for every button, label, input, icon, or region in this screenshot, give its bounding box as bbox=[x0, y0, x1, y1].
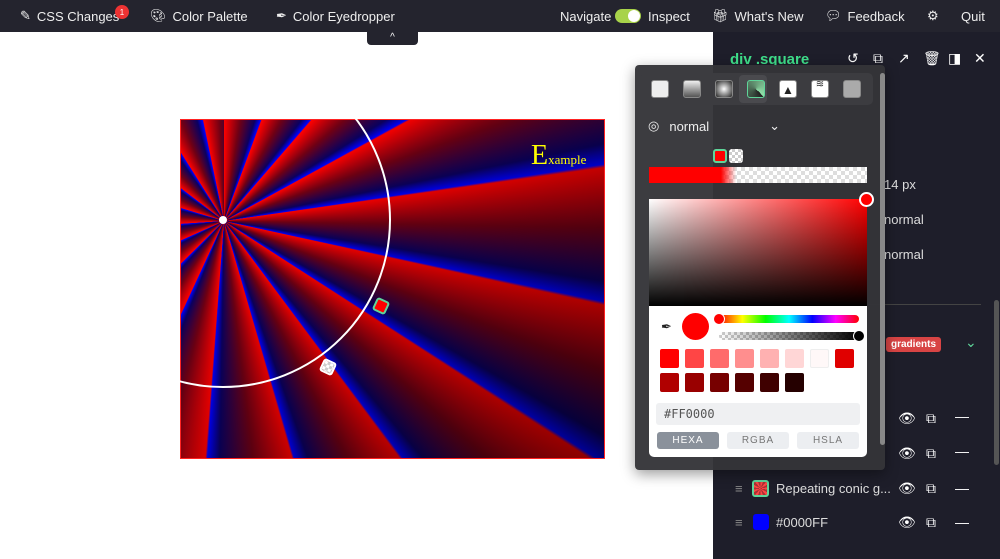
linear-gradient-type-button[interactable] bbox=[683, 80, 701, 98]
hex-input[interactable]: #FF0000 bbox=[656, 403, 860, 425]
collapse-toolbar-button[interactable]: ^ bbox=[367, 32, 418, 45]
eye-icon[interactable]: 👁︎ bbox=[898, 445, 916, 462]
color-swatch[interactable] bbox=[710, 373, 729, 392]
saturation-value-area[interactable] bbox=[649, 199, 867, 306]
color-swatch[interactable] bbox=[735, 373, 754, 392]
trash-icon[interactable]: 🗑︎ bbox=[923, 50, 941, 67]
eyedropper-icon[interactable]: ✒ bbox=[661, 319, 672, 335]
conic-gradient-type-button[interactable] bbox=[747, 80, 765, 98]
duplicate-icon[interactable]: ⧉ bbox=[926, 445, 936, 462]
top-toolbar: ✎ CSS Changes 1 🎨︎ Color Palette ✒ Color Ey… bbox=[0, 0, 1000, 32]
inspect-label: Inspect bbox=[648, 8, 690, 24]
current-color-preview bbox=[682, 313, 709, 340]
eye-icon[interactable]: 👁︎ bbox=[898, 480, 916, 497]
dock-icon[interactable]: ◨ bbox=[948, 50, 961, 67]
format-tab-rgba[interactable]: RGBA bbox=[727, 432, 789, 449]
color-swatch[interactable] bbox=[810, 349, 829, 368]
chat-icon: 💬︎ bbox=[825, 8, 842, 23]
palette-icon: 🎨︎ bbox=[150, 8, 167, 23]
drag-handle-icon[interactable]: ≡ bbox=[735, 481, 743, 496]
color-swatch[interactable] bbox=[685, 349, 704, 368]
color-swatch[interactable] bbox=[835, 349, 854, 368]
gift-icon: 🎁︎ bbox=[712, 8, 729, 23]
background-type-selector: ▲ ≋ bbox=[641, 73, 873, 105]
format-tab-hexa[interactable]: HEXA bbox=[657, 432, 719, 449]
pattern-type-button[interactable]: ≋ bbox=[811, 80, 829, 98]
font-style-value[interactable]: normal bbox=[884, 247, 924, 262]
gear-icon: ⚙ bbox=[927, 8, 939, 23]
external-link-icon[interactable]: ↗ bbox=[898, 50, 910, 67]
radial-gradient-type-button[interactable] bbox=[715, 80, 733, 98]
alpha-slider[interactable] bbox=[719, 332, 859, 340]
eye-icon[interactable]: 👁︎ bbox=[898, 514, 916, 531]
color-swatch[interactable] bbox=[660, 373, 679, 392]
color-swatch[interactable] bbox=[660, 349, 679, 368]
example-text: Example bbox=[531, 140, 587, 171]
remove-icon[interactable]: — bbox=[955, 408, 969, 424]
layer-thumbnail bbox=[752, 479, 769, 497]
color-picker: ✒ #FF0000 HEXA RGBA HSLA bbox=[649, 192, 874, 457]
drag-handle-icon[interactable]: ≡ bbox=[735, 515, 743, 530]
navigate-label: Navigate bbox=[560, 8, 612, 24]
eyedropper-icon: ✒ bbox=[276, 8, 287, 23]
eye-icon[interactable]: 👁︎ bbox=[898, 410, 916, 427]
panel-scrollbar[interactable] bbox=[994, 300, 999, 465]
gradient-center-handle[interactable] bbox=[219, 216, 227, 224]
gradient-stop-red[interactable] bbox=[713, 149, 727, 163]
quit-button[interactable]: Quit bbox=[961, 0, 985, 32]
remove-icon[interactable]: — bbox=[955, 514, 969, 530]
chevron-down-icon[interactable]: ⌄ bbox=[965, 334, 977, 351]
close-icon[interactable]: ✕ bbox=[974, 50, 986, 67]
popup-scrollbar[interactable] bbox=[880, 73, 885, 445]
solid-type-button[interactable] bbox=[651, 80, 669, 98]
settings-button[interactable]: ⚙ bbox=[927, 0, 939, 32]
toggle-switch[interactable] bbox=[615, 9, 641, 23]
font-size-field[interactable]: 14 px bbox=[884, 177, 916, 192]
color-swatch[interactable] bbox=[710, 349, 729, 368]
blend-icon: ◎ bbox=[648, 118, 660, 133]
color-eyedropper-button[interactable]: ✒ Color Eyedropper bbox=[276, 0, 395, 32]
hue-slider[interactable] bbox=[719, 315, 859, 323]
alpha-handle[interactable] bbox=[853, 330, 865, 342]
color-swatch[interactable] bbox=[760, 349, 779, 368]
color-palette-button[interactable]: 🎨︎ Color Palette bbox=[150, 0, 248, 32]
color-swatch[interactable] bbox=[785, 349, 804, 368]
hue-handle[interactable] bbox=[713, 313, 725, 325]
duplicate-icon[interactable]: ⧉ bbox=[926, 514, 936, 531]
chevron-down-icon: ⌄ bbox=[769, 118, 780, 133]
color-swatch[interactable] bbox=[760, 373, 779, 392]
image-type-button[interactable]: ▲ bbox=[779, 80, 797, 98]
gradient-bar[interactable] bbox=[649, 167, 867, 183]
sv-handle[interactable] bbox=[859, 192, 874, 207]
layer-item-blue[interactable]: ≡ #0000FF 👁︎ ⧉ — bbox=[713, 509, 1000, 535]
whats-new-button[interactable]: 🎁︎ What's New bbox=[712, 0, 803, 32]
navigate-inspect-toggle[interactable] bbox=[615, 0, 641, 32]
gradient-stop-transparent[interactable] bbox=[729, 149, 743, 163]
color-swatch[interactable] bbox=[735, 349, 754, 368]
blend-mode-select[interactable]: ◎ normal ⌄ bbox=[648, 118, 780, 134]
gradients-tag: gradients bbox=[886, 337, 942, 352]
layer-item-conic[interactable]: ≡ Repeating conic g... 👁︎ ⧉ — bbox=[713, 475, 1000, 501]
css-changes-button[interactable]: ✎ CSS Changes bbox=[20, 0, 119, 32]
format-tab-hsla[interactable]: HSLA bbox=[797, 432, 859, 449]
color-swatch[interactable] bbox=[785, 373, 804, 392]
color-swatch[interactable] bbox=[685, 373, 704, 392]
gradient-editor-popup: ▲ ≋ ◎ normal ⌄ ✒ #FF0000 HEXA RGBA HSLA bbox=[635, 65, 885, 470]
css-changes-count-badge: 1 bbox=[115, 5, 129, 19]
duplicate-icon[interactable]: ⧉ bbox=[926, 410, 936, 427]
font-weight-value[interactable]: normal bbox=[884, 212, 924, 227]
layer-color-swatch[interactable] bbox=[753, 514, 769, 530]
remove-icon[interactable]: — bbox=[955, 480, 969, 496]
remove-icon[interactable]: — bbox=[955, 443, 969, 459]
magic-wand-icon: ✎ bbox=[20, 8, 31, 23]
feedback-button[interactable]: 💬︎ Feedback bbox=[825, 0, 905, 32]
noise-type-button[interactable] bbox=[843, 80, 861, 98]
duplicate-icon[interactable]: ⧉ bbox=[926, 480, 936, 497]
